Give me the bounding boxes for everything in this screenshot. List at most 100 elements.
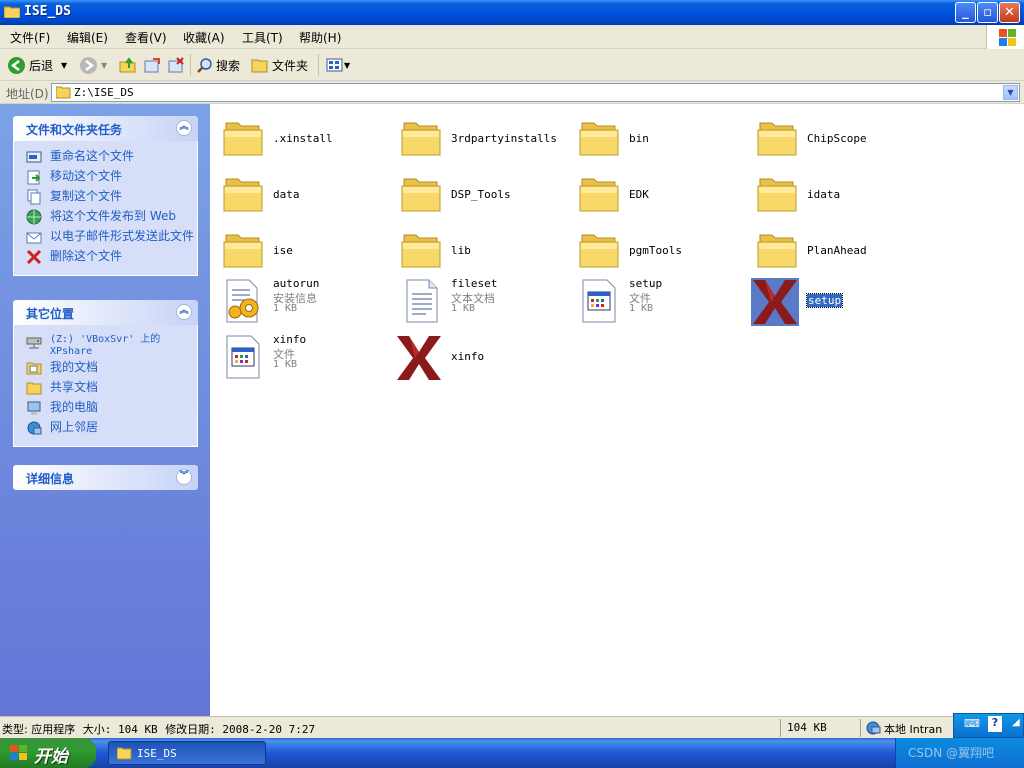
back-label: 后退	[29, 58, 54, 73]
file-name: idata	[807, 188, 841, 201]
network-drive-link[interactable]: (Z:) 'VBoxSvr' 上的 XPshare	[14, 331, 197, 358]
menu-file[interactable]: 文件(F)	[10, 29, 50, 46]
file-item[interactable]: fileset 文本文档 1 KB	[393, 276, 571, 328]
task-pane: 文件和文件夹任务 ︽ 重命名这个文件 移动这个文件 复制这个文件 将这个文件发布…	[0, 104, 210, 716]
file-size: 1 KB	[629, 303, 654, 314]
folder-item[interactable]: PlanAhead	[749, 220, 927, 272]
move-link[interactable]: 移动这个文件	[14, 167, 197, 187]
address-label: 地址(D)	[6, 87, 49, 101]
up-folder-button[interactable]	[119, 54, 137, 76]
file-item[interactable]: xinfo 文件 1 KB	[215, 332, 393, 384]
folder-item[interactable]: .xinstall	[215, 108, 393, 160]
panel-title: 详细信息	[26, 472, 75, 486]
chevron-down-icon[interactable]: ▼	[61, 61, 67, 70]
shared-documents-link[interactable]: 共享文档	[14, 378, 197, 398]
file-name: data	[273, 188, 300, 201]
window-title: ISE_DS	[24, 4, 71, 19]
file-name: lib	[451, 244, 471, 257]
other-places-header[interactable]: 其它位置 ︽	[13, 300, 198, 325]
toolbar: 后退 ▼ ▼ 搜索 文件夹 ▼	[0, 49, 1024, 81]
file-name: setup	[805, 293, 844, 308]
move-to-button[interactable]	[143, 54, 161, 76]
file-name: xinfo	[273, 333, 307, 346]
folder-item[interactable]: bin	[571, 108, 749, 160]
close-button[interactable]: ✕	[999, 2, 1020, 23]
folder-item[interactable]: data	[215, 164, 393, 216]
menu-edit[interactable]: 编辑(E)	[67, 29, 108, 46]
forward-button[interactable]: ▼	[80, 54, 107, 76]
email-link[interactable]: 以电子邮件形式发送此文件	[14, 227, 197, 247]
watermark: CSDN @翼翔吧	[908, 746, 995, 760]
file-tasks-header[interactable]: 文件和文件夹任务 ︽	[13, 116, 198, 141]
folder-icon	[223, 118, 263, 158]
details-header[interactable]: 详细信息 ︾	[13, 465, 198, 490]
my-computer-link[interactable]: 我的电脑	[14, 398, 197, 418]
folder-item[interactable]: lib	[393, 220, 571, 272]
move-to-icon	[144, 58, 160, 73]
other-places-panel: 其它位置 ︽ (Z:) 'VBoxSvr' 上的 XPshare 我的文档 共享…	[13, 300, 198, 447]
file-item[interactable]: setup	[749, 276, 927, 328]
folder-icon	[56, 86, 71, 99]
address-value: Z:\ISE_DS	[74, 86, 134, 99]
collapse-icon[interactable]: ︽	[176, 120, 192, 136]
folders-button[interactable]: 文件夹	[251, 54, 308, 76]
details-panel: 详细信息 ︾	[13, 465, 198, 490]
xilinx-logo-icon	[395, 334, 441, 380]
file-list[interactable]: .xinstall 3rdpartyinstalls bin ChipScope dat…	[210, 104, 1024, 716]
file-item[interactable]: setup 文件 1 KB	[571, 276, 749, 328]
delete-link[interactable]: 删除这个文件	[14, 247, 197, 267]
folder-item[interactable]: pgmTools	[571, 220, 749, 272]
file-item[interactable]: autorun 安装信息 1 KB	[215, 276, 393, 328]
menu-favorites[interactable]: 收藏(A)	[183, 29, 225, 46]
folder-item[interactable]: 3rdpartyinstalls	[393, 108, 571, 160]
start-button[interactable]: 开始	[0, 738, 96, 768]
address-input[interactable]: Z:\ISE_DS ▼	[51, 83, 1020, 102]
expand-icon[interactable]: ︾	[176, 469, 192, 485]
status-size: 104 KB	[787, 721, 827, 734]
network-places-link[interactable]: 网上邻居	[14, 418, 197, 438]
folder-item[interactable]: ChipScope	[749, 108, 927, 160]
menu-view[interactable]: 查看(V)	[125, 29, 167, 46]
folder-item[interactable]: idata	[749, 164, 927, 216]
folder-icon	[251, 59, 268, 72]
keyboard-icon[interactable]: ⌨	[964, 717, 980, 730]
maximize-button[interactable]: ▫	[977, 2, 998, 23]
folder-item[interactable]: EDK	[571, 164, 749, 216]
file-size: 1 KB	[273, 303, 298, 314]
menu-help[interactable]: 帮助(H)	[299, 29, 341, 46]
title-bar[interactable]: ISE_DS _ ▫ ✕	[0, 0, 1024, 25]
taskbar-window-button[interactable]: ISE_DS	[108, 741, 266, 765]
folder-item[interactable]: DSP_Tools	[393, 164, 571, 216]
forward-arrow-icon	[80, 56, 97, 74]
panel-title: 其它位置	[26, 307, 75, 321]
language-bar[interactable]: ⌨ ? ◢	[953, 713, 1024, 738]
minimize-button[interactable]: _	[955, 2, 976, 23]
publish-web-link[interactable]: 将这个文件发布到 Web	[14, 207, 197, 227]
file-item[interactable]: xinfo	[393, 332, 571, 384]
folder-item[interactable]: ise	[215, 220, 393, 272]
copy-link[interactable]: 复制这个文件	[14, 187, 197, 207]
minimize-langbar-icon[interactable]: ◢	[1012, 717, 1020, 728]
address-dropdown-button[interactable]: ▼	[1003, 85, 1018, 100]
folder-icon	[223, 230, 263, 270]
menu-tools[interactable]: 工具(T)	[242, 29, 283, 46]
views-button[interactable]: ▼	[326, 54, 350, 76]
network-drive-icon	[26, 337, 42, 349]
shared-folder-icon	[26, 382, 42, 395]
delete-toolbar-button[interactable]	[167, 54, 185, 76]
back-button[interactable]: 后退 ▼	[8, 54, 67, 76]
my-documents-link[interactable]: 我的文档	[14, 358, 197, 378]
chevron-down-icon[interactable]: ▼	[101, 61, 107, 70]
help-icon[interactable]: ?	[988, 716, 1002, 732]
file-name: pgmTools	[629, 244, 682, 257]
collapse-icon[interactable]: ︽	[176, 304, 192, 320]
windows-flag-icon	[10, 745, 28, 761]
status-zone: 本地 Intran	[884, 723, 943, 736]
file-tasks-panel: 文件和文件夹任务 ︽ 重命名这个文件 移动这个文件 复制这个文件 将这个文件发布…	[13, 116, 198, 276]
file-name: .xinstall	[273, 132, 333, 145]
delete-icon	[26, 249, 42, 265]
menu-bar: 文件(F) 编辑(E) 查看(V) 收藏(A) 工具(T) 帮助(H)	[0, 25, 1024, 49]
search-button[interactable]: 搜索	[196, 54, 240, 76]
rename-link[interactable]: 重命名这个文件	[14, 147, 197, 167]
globe-icon	[26, 209, 42, 225]
